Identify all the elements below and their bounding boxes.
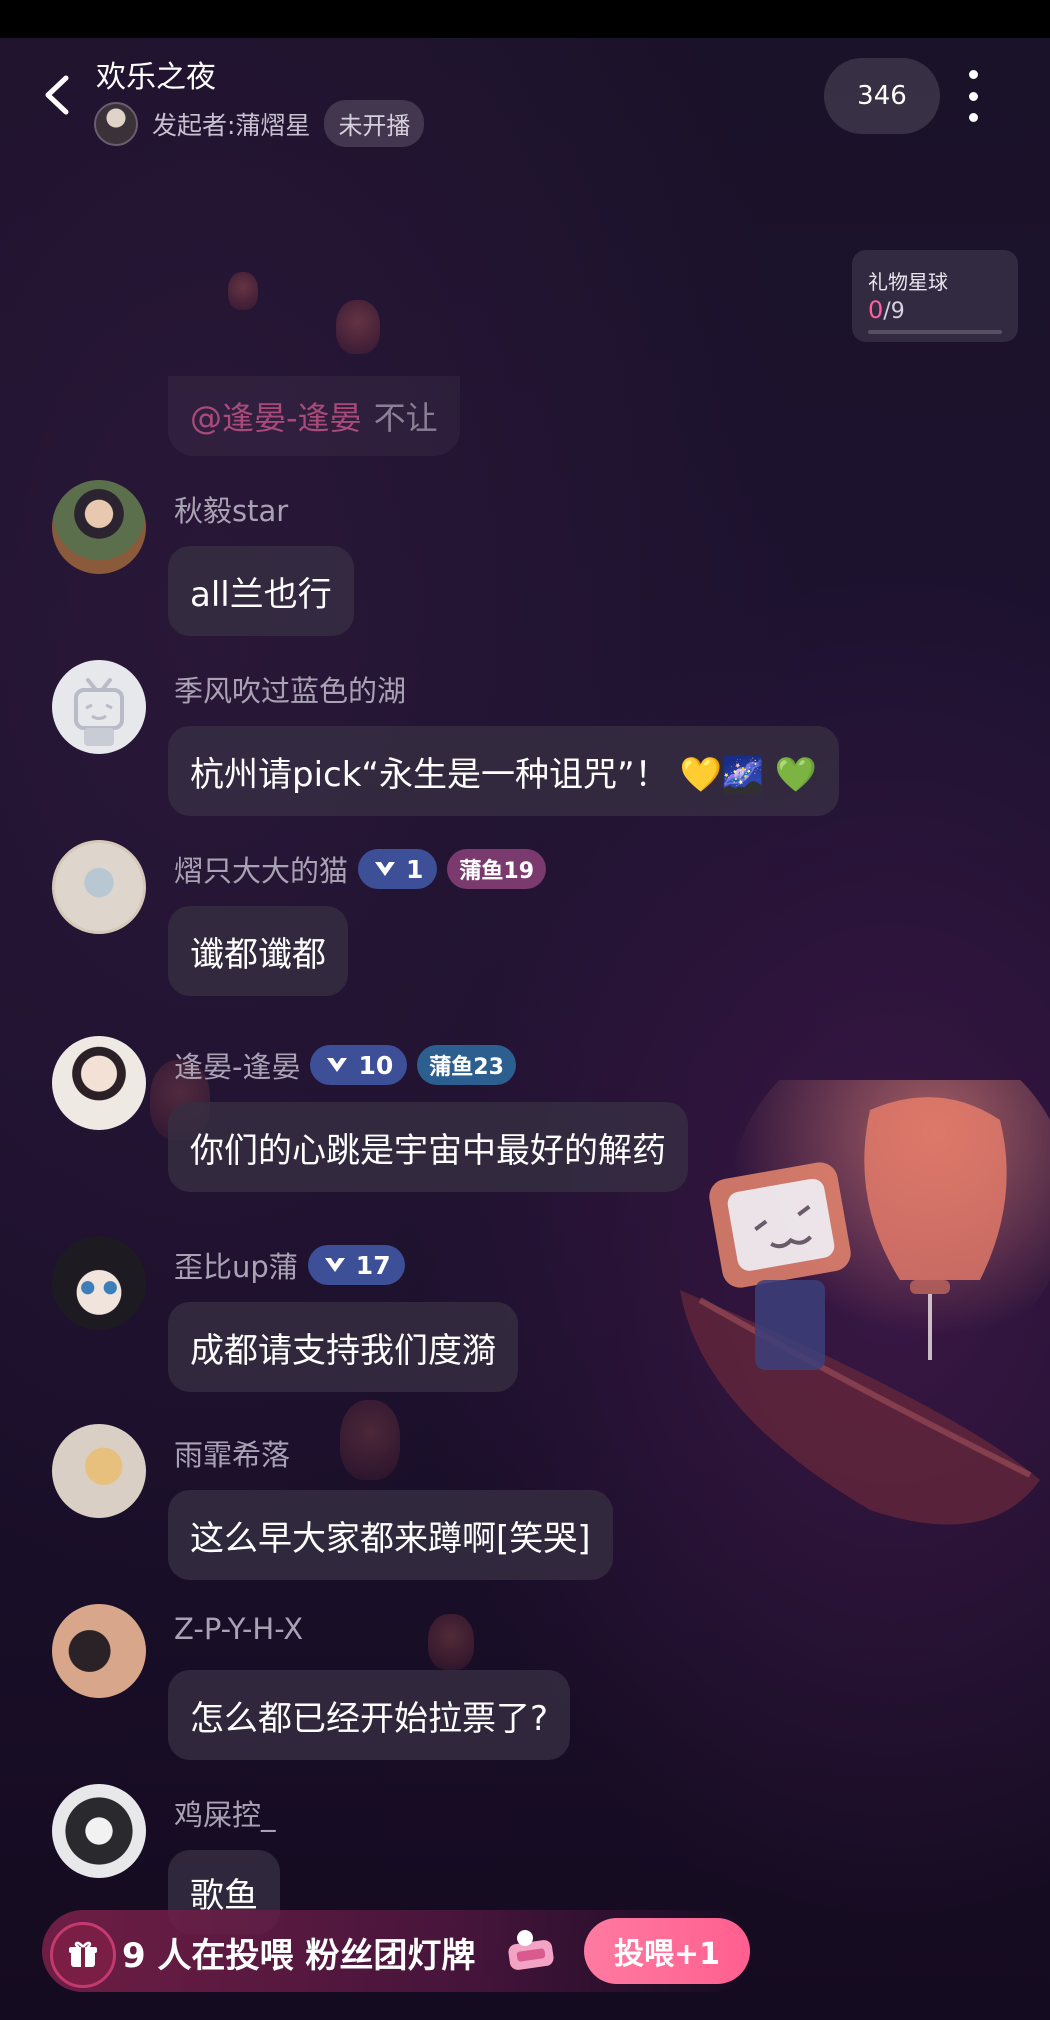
avatar[interactable] bbox=[52, 1784, 146, 1878]
nickname[interactable]: 鸡屎控_ bbox=[174, 1792, 276, 1834]
voting-text: 9 人在投喂 粉丝团灯牌 bbox=[122, 1936, 476, 1976]
avatar[interactable] bbox=[52, 1036, 146, 1130]
mention-text[interactable]: @逢晏-逢晏 bbox=[190, 393, 362, 439]
avatar[interactable] bbox=[52, 1424, 146, 1518]
nickname[interactable]: 秋毅star bbox=[174, 488, 288, 530]
fan-club-badge[interactable]: 蒲鱼23 bbox=[417, 1045, 516, 1085]
default-tv-avatar-icon bbox=[74, 678, 124, 746]
nickname[interactable]: 熠只大大的猫 bbox=[174, 848, 348, 890]
nickname[interactable]: 季风吹过蓝色的湖 bbox=[174, 668, 406, 710]
level-badge[interactable]: 17 bbox=[307, 1245, 405, 1285]
level-chevron-icon bbox=[324, 1258, 345, 1272]
level-badge[interactable]: 1 bbox=[358, 849, 438, 889]
level-value: 10 bbox=[358, 1050, 394, 1080]
avatar[interactable] bbox=[52, 480, 146, 574]
message-bubble: 谶都谶都 bbox=[168, 906, 348, 996]
vote-plus-one-button[interactable]: 投喂+1 bbox=[584, 1918, 750, 1984]
message-bubble-partial: @逢晏-逢晏 不让 bbox=[168, 376, 460, 456]
message-bubble: 怎么都已经开始拉票了? bbox=[168, 1670, 571, 1760]
message-text: 不让 bbox=[373, 399, 438, 437]
message-bubble: 杭州请pick“永生是一种诅咒”！ 💛🌌 💚 bbox=[168, 726, 840, 816]
nickname[interactable]: Z-P-Y-H-X bbox=[174, 1612, 303, 1646]
message-bubble: 这么早大家都来蹲啊[笑哭] bbox=[168, 1490, 613, 1580]
gift-icon bbox=[69, 1941, 97, 1967]
message-bubble: 你们的心跳是宇宙中最好的解药 bbox=[168, 1102, 688, 1192]
nickname[interactable]: 歪比up蒲 bbox=[174, 1244, 298, 1286]
message-bubble: all兰也行 bbox=[168, 546, 354, 636]
level-chevron-icon bbox=[375, 862, 396, 876]
avatar[interactable] bbox=[52, 660, 146, 754]
message-bubble: 成都请支持我们度漪 bbox=[168, 1302, 518, 1392]
fan-lightboard-sticker-icon bbox=[508, 1930, 554, 1970]
nickname[interactable]: 雨霏希落 bbox=[174, 1432, 290, 1474]
level-chevron-icon bbox=[327, 1058, 348, 1072]
avatar[interactable] bbox=[52, 1236, 146, 1330]
fan-club-badge[interactable]: 蒲鱼19 bbox=[447, 849, 547, 889]
avatar[interactable] bbox=[52, 1604, 146, 1698]
gift-button[interactable] bbox=[50, 1922, 116, 1988]
level-value: 17 bbox=[355, 1250, 391, 1280]
level-value: 1 bbox=[406, 854, 424, 884]
chat-list[interactable]: @逢晏-逢晏 不让 秋毅star all兰也行 季风吹过蓝色的湖 杭州请pick… bbox=[0, 0, 1050, 2020]
avatar[interactable] bbox=[52, 840, 146, 934]
nickname[interactable]: 逢晏-逢晏 bbox=[174, 1044, 300, 1086]
level-badge[interactable]: 10 bbox=[310, 1045, 408, 1085]
